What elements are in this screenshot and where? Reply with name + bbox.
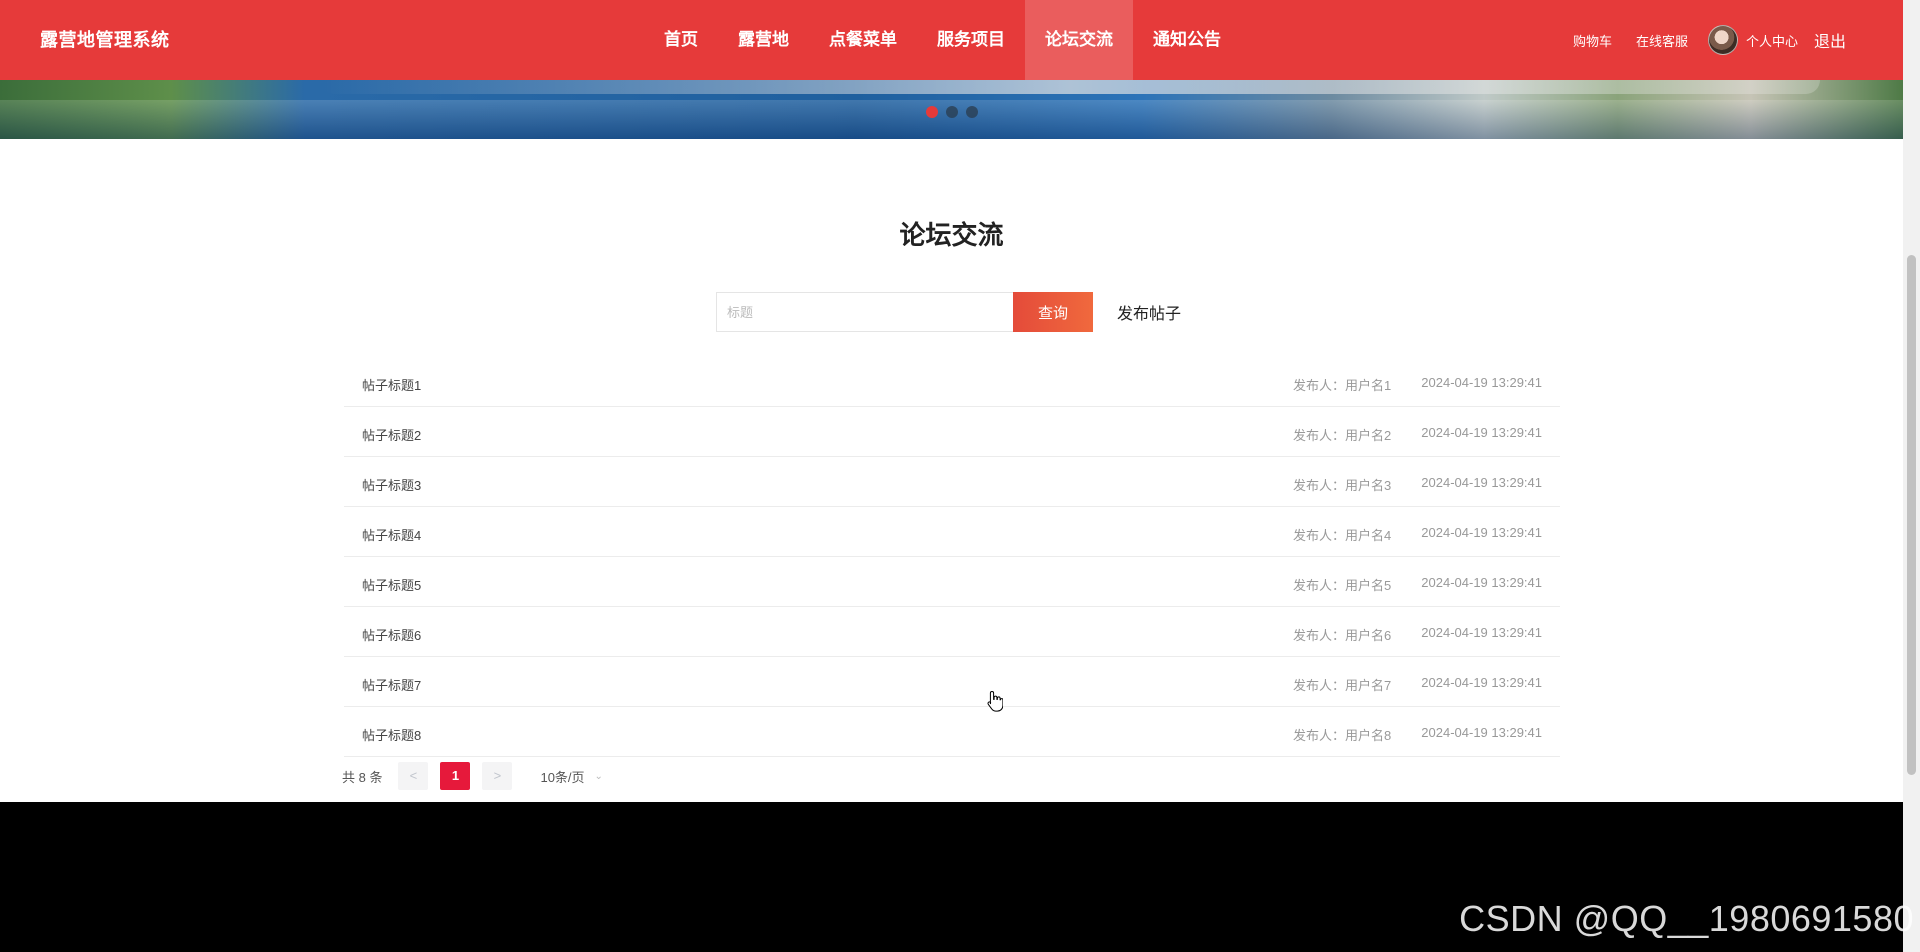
post-author: 发布人：用户名2 (1293, 428, 1392, 443)
post-author: 发布人：用户名4 (1293, 528, 1392, 543)
post-time: 2024-04-19 13:29:41 (1421, 575, 1542, 590)
post-row[interactable]: 帖子标题6 发布人：用户名6 2024-04-19 13:29:41 (344, 607, 1560, 657)
post-time: 2024-04-19 13:29:41 (1421, 675, 1542, 690)
logout-link[interactable]: 退出 (1814, 28, 1846, 52)
search-button[interactable]: 查询 (1013, 292, 1093, 332)
post-author: 发布人：用户名6 (1293, 628, 1392, 643)
post-title[interactable]: 帖子标题1 (362, 375, 421, 394)
post-author: 发布人：用户名8 (1293, 728, 1392, 743)
nav-forum[interactable]: 论坛交流 (1025, 0, 1133, 80)
cart-link[interactable]: 购物车 (1573, 31, 1612, 50)
post-time: 2024-04-19 13:29:41 (1421, 425, 1542, 440)
post-title[interactable]: 帖子标题6 (362, 625, 421, 644)
pagination-prev-button[interactable]: < (398, 762, 429, 790)
pagination: 共 8 条 < 1 > 10条/页 ⌄ (342, 762, 603, 790)
post-meta: 发布人：用户名7 2024-04-19 13:29:41 (1293, 675, 1542, 694)
watermark: CSDN @QQ__1980691580 (1459, 898, 1914, 939)
carousel-dot-2[interactable] (946, 106, 958, 118)
post-row[interactable]: 帖子标题8 发布人：用户名8 2024-04-19 13:29:41 (344, 707, 1560, 757)
nav-notice[interactable]: 通知公告 (1133, 0, 1241, 80)
carousel-dot-3[interactable] (966, 106, 978, 118)
post-row[interactable]: 帖子标题5 发布人：用户名5 2024-04-19 13:29:41 (344, 557, 1560, 607)
post-author: 发布人：用户名5 (1293, 578, 1392, 593)
page-size-value: 10条/页 (540, 769, 585, 785)
profile-link[interactable]: 个人中心 (1746, 31, 1798, 50)
post-meta: 发布人：用户名1 2024-04-19 13:29:41 (1293, 375, 1542, 394)
post-title[interactable]: 帖子标题2 (362, 425, 421, 444)
page-size-select[interactable]: 10条/页 ⌄ (540, 767, 602, 786)
post-time: 2024-04-19 13:29:41 (1421, 375, 1542, 390)
nav-menu[interactable]: 点餐菜单 (809, 0, 917, 80)
pagination-next-button[interactable]: > (482, 762, 513, 790)
top-navbar: 露营地管理系统 首页 露营地 点餐菜单 服务项目 论坛交流 通知公告 购物车 在… (0, 0, 1903, 80)
post-meta: 发布人：用户名5 2024-04-19 13:29:41 (1293, 575, 1542, 594)
carousel-indicators (926, 106, 986, 118)
post-meta: 发布人：用户名6 2024-04-19 13:29:41 (1293, 625, 1542, 644)
post-title[interactable]: 帖子标题7 (362, 675, 421, 694)
post-title[interactable]: 帖子标题8 (362, 725, 421, 744)
brand-title[interactable]: 露营地管理系统 (40, 0, 170, 80)
nav-campsite[interactable]: 露营地 (718, 0, 809, 80)
avatar[interactable] (1707, 25, 1738, 55)
chevron-down-icon: ⌄ (594, 770, 603, 782)
post-time: 2024-04-19 13:29:41 (1421, 725, 1542, 740)
nav-home[interactable]: 首页 (644, 0, 718, 80)
post-title[interactable]: 帖子标题4 (362, 525, 421, 544)
scrollbar-thumb[interactable] (1907, 255, 1916, 775)
post-time: 2024-04-19 13:29:41 (1421, 475, 1542, 490)
post-author: 发布人：用户名7 (1293, 678, 1392, 693)
page-scrollbar[interactable] (1903, 0, 1920, 952)
post-author: 发布人：用户名3 (1293, 478, 1392, 493)
nav-services[interactable]: 服务项目 (917, 0, 1025, 80)
post-title[interactable]: 帖子标题3 (362, 475, 421, 494)
pagination-total: 共 8 条 (342, 769, 383, 785)
post-row[interactable]: 帖子标题1 发布人：用户名1 2024-04-19 13:29:41 (344, 357, 1560, 407)
hand-cursor-icon (987, 690, 1003, 712)
post-row[interactable]: 帖子标题4 发布人：用户名4 2024-04-19 13:29:41 (344, 507, 1560, 557)
user-actions: 购物车 在线客服 个人中心 退出 (1549, 0, 1846, 80)
main-nav: 首页 露营地 点餐菜单 服务项目 论坛交流 通知公告 (644, 0, 1241, 80)
banner-shore (320, 80, 1820, 94)
carousel-dot-1[interactable] (926, 106, 938, 118)
post-meta: 发布人：用户名2 2024-04-19 13:29:41 (1293, 425, 1542, 444)
search-input[interactable] (716, 292, 1013, 332)
page-title: 论坛交流 (899, 220, 1004, 250)
post-row[interactable]: 帖子标题3 发布人：用户名3 2024-04-19 13:29:41 (344, 457, 1560, 507)
post-list: 帖子标题1 发布人：用户名1 2024-04-19 13:29:41 帖子标题2… (344, 357, 1560, 757)
search-bar: 查询 发布帖子 (716, 292, 1181, 332)
post-time: 2024-04-19 13:29:41 (1421, 625, 1542, 640)
post-row[interactable]: 帖子标题2 发布人：用户名2 2024-04-19 13:29:41 (344, 407, 1560, 457)
post-title[interactable]: 帖子标题5 (362, 575, 421, 594)
post-meta: 发布人：用户名4 2024-04-19 13:29:41 (1293, 525, 1542, 544)
publish-post-button[interactable]: 发布帖子 (1117, 300, 1181, 324)
online-service-link[interactable]: 在线客服 (1636, 31, 1688, 50)
post-meta: 发布人：用户名3 2024-04-19 13:29:41 (1293, 475, 1542, 494)
pagination-page-1[interactable]: 1 (440, 762, 471, 790)
post-author: 发布人：用户名1 (1293, 378, 1392, 393)
post-time: 2024-04-19 13:29:41 (1421, 525, 1542, 540)
post-meta: 发布人：用户名8 2024-04-19 13:29:41 (1293, 725, 1542, 744)
post-row[interactable]: 帖子标题7 发布人：用户名7 2024-04-19 13:29:41 (344, 657, 1560, 707)
